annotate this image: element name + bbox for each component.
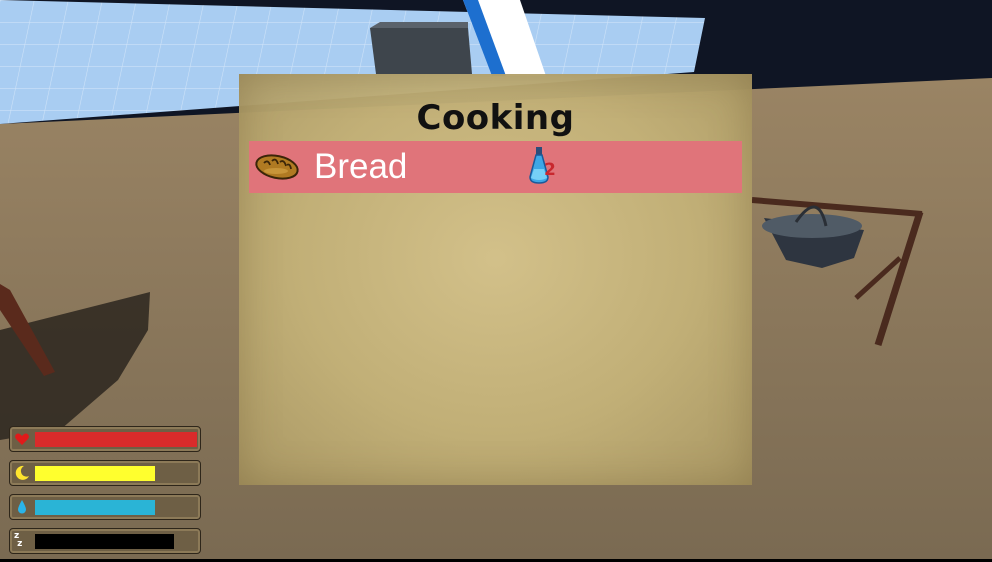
recipe-list: Bread 2: [249, 141, 742, 193]
thirst-fill: [35, 500, 155, 515]
water-drop-icon: [18, 500, 26, 514]
moon-icon: [15, 465, 29, 480]
panel-title: Cooking: [416, 98, 575, 138]
hunger-fill: [35, 466, 155, 481]
thirst-bar: [9, 494, 201, 520]
sleep-zz-icon: z z: [14, 531, 23, 549]
recipe-name: Bread: [314, 147, 408, 186]
cooking-panel: Cooking Bread 2: [239, 74, 752, 485]
bread-icon: [255, 154, 299, 180]
thirst-track: [35, 500, 197, 515]
grey-crate: [370, 28, 472, 74]
sleep-bar: z z: [9, 528, 201, 554]
hunger-track: [35, 466, 197, 481]
recipe-row-bread[interactable]: Bread 2: [249, 141, 742, 193]
health-fill: [35, 432, 197, 447]
status-bars: z z: [9, 426, 201, 562]
sleep-fill: [35, 534, 175, 549]
ingredient-count: 2: [544, 160, 556, 180]
hunger-bar: [9, 460, 201, 486]
health-track: [35, 432, 197, 447]
sleep-track: [35, 534, 197, 549]
health-bar: [9, 426, 201, 452]
heart-icon: [15, 433, 29, 445]
